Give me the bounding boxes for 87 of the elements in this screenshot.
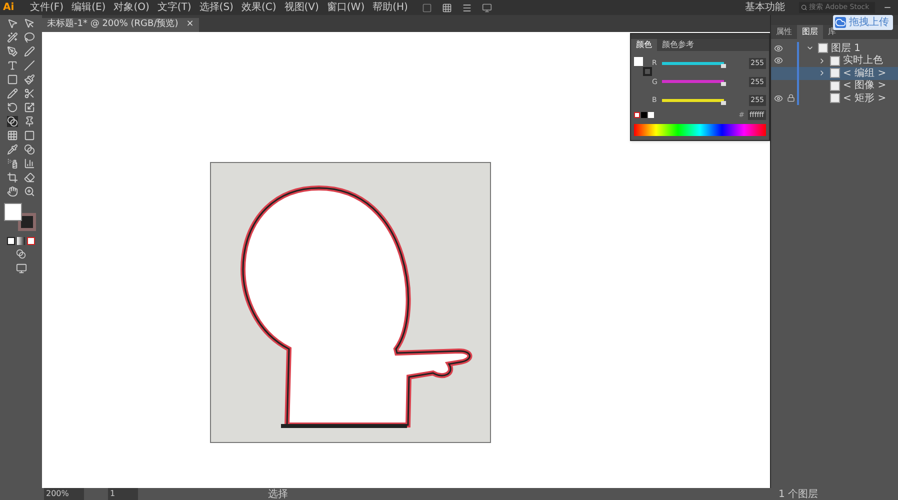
layer-thumbnail bbox=[818, 43, 828, 54]
stroke-swatch[interactable] bbox=[643, 67, 652, 76]
layer-thumbnail bbox=[830, 56, 840, 66]
workspace-switcher[interactable]: 基本功能 bbox=[745, 0, 785, 15]
search-icon bbox=[801, 4, 808, 11]
hand-icon[interactable] bbox=[7, 186, 18, 197]
layer-thumbnail bbox=[830, 80, 840, 91]
panel-tab[interactable]: 颜色参考 bbox=[657, 39, 699, 51]
eye-icon[interactable] bbox=[774, 56, 782, 66]
pointer-icon[interactable] bbox=[7, 18, 18, 29]
wand-icon[interactable] bbox=[7, 32, 18, 43]
rectangle-icon[interactable] bbox=[7, 74, 18, 85]
cloud-icon bbox=[835, 17, 846, 28]
expand-icon[interactable] bbox=[818, 56, 826, 65]
channel-slider[interactable] bbox=[662, 98, 724, 102]
none-mode-icon[interactable] bbox=[27, 237, 35, 245]
type-icon[interactable] bbox=[7, 60, 18, 71]
channel-slider[interactable] bbox=[662, 62, 724, 65]
layer-thumbnail bbox=[830, 93, 840, 104]
crop-icon[interactable] bbox=[7, 172, 18, 183]
direct-pointer-icon[interactable] bbox=[24, 18, 35, 29]
menu-item[interactable]: 文件(F) bbox=[30, 0, 64, 15]
slider-thumb[interactable] bbox=[721, 64, 726, 68]
app-logo: Ai bbox=[2, 1, 16, 15]
eye-icon[interactable] bbox=[774, 94, 782, 103]
menu-item[interactable]: 窗口(W) bbox=[326, 0, 365, 15]
bar-chart-icon[interactable] bbox=[24, 158, 35, 169]
layer-row[interactable]: < 矩形 > bbox=[771, 92, 898, 104]
expand-icon[interactable] bbox=[818, 69, 826, 78]
zoom-field[interactable]: 200% bbox=[44, 488, 84, 500]
pen-icon[interactable] bbox=[7, 46, 18, 57]
blend-icon[interactable] bbox=[7, 116, 18, 127]
lasso-icon[interactable] bbox=[24, 32, 35, 43]
layer-thumbnail bbox=[830, 68, 840, 78]
grid-icon[interactable] bbox=[442, 2, 452, 12]
color-mode-icon[interactable] bbox=[7, 237, 15, 245]
layer-name: 图层 1 bbox=[831, 42, 861, 54]
preset-swatch[interactable] bbox=[648, 112, 654, 118]
menu-item[interactable]: 视图(V) bbox=[284, 0, 319, 15]
menu-item[interactable]: 帮助(H) bbox=[372, 0, 408, 15]
slider-thumb[interactable] bbox=[721, 100, 726, 105]
eyedropper-icon[interactable] bbox=[7, 144, 18, 155]
pin-icon[interactable] bbox=[24, 116, 35, 127]
layer-name: 实时上色 bbox=[843, 54, 883, 68]
scale-icon[interactable] bbox=[24, 102, 35, 113]
menu-item[interactable]: 编辑(E) bbox=[72, 0, 106, 15]
screen-mode-icon[interactable] bbox=[16, 263, 26, 274]
layer-count: 1 个图层 bbox=[778, 488, 818, 500]
fill-swatch[interactable] bbox=[634, 57, 643, 66]
fill-swatch[interactable] bbox=[4, 203, 22, 221]
panel-tab[interactable]: 属性 bbox=[771, 25, 797, 39]
brush-icon[interactable] bbox=[24, 74, 35, 85]
mesh-icon[interactable] bbox=[7, 130, 18, 141]
menu-item[interactable]: 文字(T) bbox=[157, 0, 192, 15]
zoom-icon[interactable] bbox=[24, 186, 35, 197]
layer-name: < 编组 > bbox=[843, 66, 886, 80]
default-swatch[interactable] bbox=[641, 112, 647, 118]
channel-slider[interactable] bbox=[662, 80, 724, 84]
pen-nib-icon[interactable] bbox=[24, 46, 35, 57]
lock-icon[interactable] bbox=[787, 94, 795, 102]
close-tab-button[interactable]: × bbox=[186, 18, 194, 32]
eraser-icon[interactable] bbox=[24, 172, 35, 183]
eye-icon[interactable] bbox=[774, 44, 782, 53]
layer-name: < 矩形 > bbox=[843, 92, 886, 106]
document-tab[interactable]: 未标题-1* @ 200% (RGB/预览) × bbox=[42, 18, 199, 32]
layer-row[interactable]: 实时上色 bbox=[771, 54, 898, 67]
current-tool: 选择 bbox=[268, 488, 288, 500]
pencil-icon[interactable] bbox=[7, 88, 18, 99]
menu-item[interactable]: 对象(O) bbox=[114, 0, 150, 15]
layout-icon[interactable] bbox=[462, 2, 472, 12]
gradient-mode-icon[interactable] bbox=[17, 237, 25, 245]
none-swatch[interactable] bbox=[634, 112, 640, 118]
panel-tab[interactable]: 图层 bbox=[797, 25, 823, 39]
panel-tab[interactable]: 颜色 bbox=[631, 39, 657, 51]
layer-row[interactable]: 图层 1 bbox=[771, 42, 898, 54]
artboard-field[interactable]: 1 bbox=[108, 488, 138, 500]
menu-item[interactable]: 选择(S) bbox=[199, 0, 234, 15]
rotate-icon[interactable] bbox=[7, 102, 18, 113]
stroke-swatch[interactable] bbox=[18, 213, 36, 231]
scissors-icon[interactable] bbox=[24, 88, 35, 99]
layer-name: < 图像 > bbox=[843, 79, 886, 93]
color-spectrum[interactable] bbox=[634, 124, 766, 136]
slider-thumb[interactable] bbox=[721, 82, 726, 86]
line-icon[interactable] bbox=[24, 60, 35, 71]
layer-row[interactable]: < 图像 > bbox=[771, 80, 898, 92]
menu-item[interactable]: 效果(C) bbox=[241, 0, 276, 15]
layer-row[interactable]: < 编组 > bbox=[771, 67, 898, 80]
